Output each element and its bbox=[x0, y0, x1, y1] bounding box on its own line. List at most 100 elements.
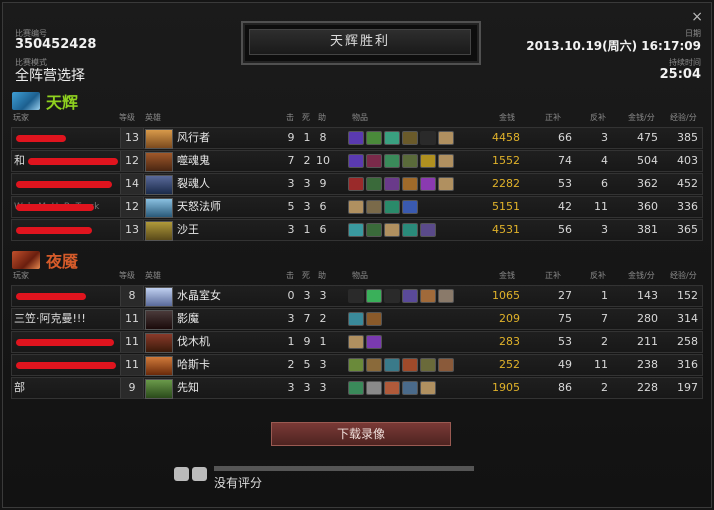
hero-name: 水晶室女 bbox=[177, 289, 221, 302]
last-hits: 53 bbox=[558, 335, 572, 348]
item-slots bbox=[348, 174, 474, 194]
item-icon[interactable] bbox=[348, 358, 364, 372]
scroll-icon[interactable] bbox=[438, 131, 454, 145]
item-icon[interactable] bbox=[402, 154, 418, 168]
item-icon[interactable] bbox=[348, 312, 364, 326]
item-icon[interactable] bbox=[348, 381, 364, 395]
item-icon[interactable] bbox=[402, 381, 418, 395]
hero-portrait[interactable] bbox=[145, 152, 173, 172]
item-icon[interactable] bbox=[402, 223, 418, 237]
col-player: 玩家 bbox=[13, 271, 29, 280]
item-icon[interactable] bbox=[384, 381, 400, 395]
table-row[interactable]: 14 裂魂人 3 3 9 2282 53 6 362 452 bbox=[11, 173, 703, 195]
item-icon[interactable] bbox=[420, 289, 436, 303]
col-denies: 反补 bbox=[590, 113, 606, 122]
table-row[interactable]: WakeMeUpBeTruck 12 天怒法师 5 3 6 5151 42 11… bbox=[11, 196, 703, 218]
item-icon[interactable] bbox=[402, 177, 418, 191]
hero-portrait[interactable] bbox=[145, 356, 173, 376]
item-icon[interactable] bbox=[366, 358, 382, 372]
hero-portrait[interactable] bbox=[145, 129, 173, 149]
item-icon[interactable] bbox=[384, 131, 400, 145]
hero-portrait[interactable] bbox=[145, 379, 173, 399]
gold-per-min: 362 bbox=[637, 177, 658, 190]
item-icon[interactable] bbox=[420, 223, 436, 237]
item-icon[interactable] bbox=[348, 154, 364, 168]
denies: 11 bbox=[594, 358, 608, 371]
thumbs-down-icon[interactable] bbox=[192, 467, 207, 481]
gold-per-min: 504 bbox=[637, 154, 658, 167]
item-icon[interactable] bbox=[366, 335, 382, 349]
item-icon[interactable] bbox=[420, 358, 436, 372]
table-row[interactable]: 8 水晶室女 0 3 3 1065 27 1 143 152 bbox=[11, 285, 703, 307]
redaction-mark bbox=[16, 227, 92, 234]
item-icon[interactable] bbox=[348, 177, 364, 191]
hero-portrait[interactable] bbox=[145, 198, 173, 218]
gold: 283 bbox=[499, 335, 520, 348]
table-row[interactable]: 13 沙王 3 1 6 4531 56 3 381 365 bbox=[11, 219, 703, 241]
item-icon[interactable] bbox=[438, 289, 454, 303]
item-icon[interactable] bbox=[366, 200, 382, 214]
item-icon[interactable] bbox=[402, 358, 418, 372]
scroll-icon[interactable] bbox=[348, 200, 364, 214]
denies: 7 bbox=[601, 312, 608, 325]
col-gpm: 金钱/分 bbox=[628, 271, 655, 280]
kills: 2 bbox=[287, 358, 295, 371]
col-level: 等级 bbox=[119, 113, 135, 122]
item-icon[interactable] bbox=[348, 223, 364, 237]
item-icon[interactable] bbox=[384, 154, 400, 168]
close-icon[interactable]: × bbox=[691, 9, 703, 25]
scroll-icon[interactable] bbox=[384, 223, 400, 237]
hero-name: 天怒法师 bbox=[177, 200, 221, 213]
hero-portrait[interactable] bbox=[145, 310, 173, 330]
dire-icon bbox=[12, 251, 40, 269]
item-icon[interactable] bbox=[366, 177, 382, 191]
denies: 3 bbox=[601, 223, 608, 236]
redaction-mark bbox=[16, 204, 94, 211]
col-items: 物品 bbox=[352, 271, 368, 280]
item-icon[interactable] bbox=[366, 223, 382, 237]
kills: 3 bbox=[287, 177, 295, 190]
item-icon[interactable] bbox=[366, 289, 382, 303]
download-replay-button[interactable]: 下载录像 bbox=[271, 422, 451, 446]
table-row[interactable]: 三笠·阿克曼!!! 11 影魔 3 7 2 209 75 7 280 314 bbox=[11, 308, 703, 330]
scroll-icon[interactable] bbox=[420, 381, 436, 395]
table-row[interactable]: 13 风行者 9 1 8 4458 66 3 475 385 bbox=[11, 127, 703, 149]
scroll-icon[interactable] bbox=[438, 177, 454, 191]
table-row[interactable]: 和 12 噬魂鬼 7 2 10 1552 74 4 504 403 bbox=[11, 150, 703, 172]
gold: 1552 bbox=[492, 154, 520, 167]
item-icon[interactable] bbox=[366, 154, 382, 168]
table-row[interactable]: 部 9 先知 3 3 3 1905 86 2 228 197 bbox=[11, 377, 703, 399]
item-icon[interactable] bbox=[402, 200, 418, 214]
item-icon[interactable] bbox=[384, 358, 400, 372]
hero-portrait[interactable] bbox=[145, 287, 173, 307]
item-icon[interactable] bbox=[420, 154, 436, 168]
redaction-mark bbox=[16, 293, 86, 300]
item-icon[interactable] bbox=[366, 131, 382, 145]
item-icon[interactable] bbox=[348, 131, 364, 145]
item-icon[interactable] bbox=[384, 177, 400, 191]
scroll-icon[interactable] bbox=[348, 335, 364, 349]
table-row[interactable]: 11 伐木机 1 9 1 283 53 2 211 258 bbox=[11, 331, 703, 353]
last-hits: 75 bbox=[558, 312, 572, 325]
assists: 2 bbox=[319, 312, 327, 325]
hero-portrait[interactable] bbox=[145, 333, 173, 353]
item-icon[interactable] bbox=[402, 289, 418, 303]
scroll-icon[interactable] bbox=[438, 154, 454, 168]
last-hits: 66 bbox=[558, 131, 572, 144]
gold-per-min: 238 bbox=[637, 358, 658, 371]
hero-portrait[interactable] bbox=[145, 175, 173, 195]
item-icon[interactable] bbox=[366, 381, 382, 395]
item-icon[interactable] bbox=[438, 358, 454, 372]
item-slots bbox=[348, 197, 474, 217]
table-row[interactable]: 11 哈斯卡 2 5 3 252 49 11 238 316 bbox=[11, 354, 703, 376]
item-icon[interactable] bbox=[384, 200, 400, 214]
item-icon[interactable] bbox=[420, 177, 436, 191]
thumbs-up-icon[interactable] bbox=[174, 467, 189, 481]
col-deaths: 死 bbox=[302, 271, 310, 280]
hero-level: 12 bbox=[120, 151, 144, 171]
item-icon[interactable] bbox=[366, 312, 382, 326]
hero-portrait[interactable] bbox=[145, 221, 173, 241]
kills: 3 bbox=[287, 312, 295, 325]
item-icon[interactable] bbox=[402, 131, 418, 145]
hero-level: 13 bbox=[120, 220, 144, 240]
